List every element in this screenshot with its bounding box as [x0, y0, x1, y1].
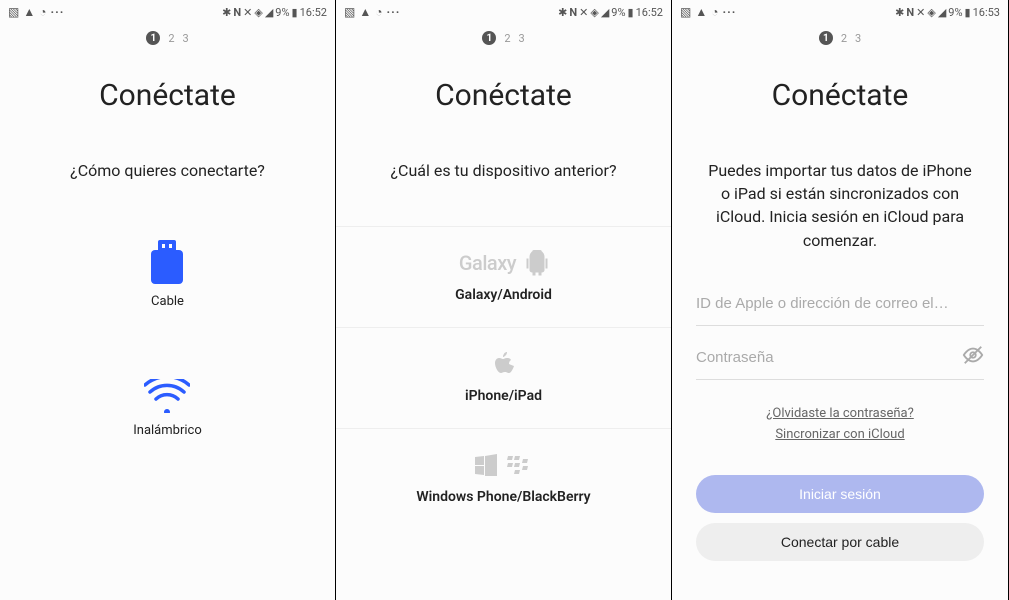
- signal-icon: ◢: [601, 6, 609, 19]
- device-iphone-ipad[interactable]: iPhone/iPad: [336, 327, 671, 428]
- password-field-wrap: [696, 336, 984, 380]
- clock-time: 16:52: [636, 6, 663, 19]
- signal-icon: ◢: [265, 6, 273, 19]
- step-2: 2: [504, 32, 510, 45]
- clock-icon: ◔: [711, 5, 718, 19]
- apple-icon: [493, 351, 515, 377]
- screen-icloud-login: ▧ ▲ ◔ ··· ✱ N ✕ ◈ ◢ 9% ▮ 16:53 1 2 3 Con…: [672, 0, 1009, 600]
- subtitle: ¿Cuál es tu dispositivo anterior?: [336, 161, 671, 180]
- image-icon: ▧: [680, 5, 691, 19]
- forgot-password-link[interactable]: ¿Olvidaste la contraseña?: [672, 404, 1008, 425]
- wifi-icon: ◈: [927, 6, 935, 19]
- warning-icon: ▲: [359, 5, 371, 19]
- nfc-icon: N: [906, 6, 914, 19]
- battery-percent: 9%: [948, 6, 962, 19]
- wireless-option[interactable]: Inalámbrico: [133, 379, 202, 438]
- page-title: Conéctate: [336, 78, 671, 113]
- android-icon: [526, 250, 548, 276]
- page-title: Conéctate: [0, 78, 335, 113]
- step-3: 3: [855, 32, 861, 45]
- step-2: 2: [168, 32, 174, 45]
- battery-icon: ▮: [292, 6, 298, 19]
- nfc-icon: N: [233, 6, 241, 19]
- bluetooth-icon: ✱: [895, 6, 904, 19]
- status-bar: ▧ ▲ ◔ ··· ✱ N ✕ ◈ ◢ 9% ▮ 16:52: [336, 0, 671, 24]
- stepper: 1 2 3: [0, 24, 335, 52]
- step-current: 1: [146, 31, 160, 45]
- clock-icon: ◔: [39, 5, 46, 19]
- bluetooth-icon: ✱: [558, 6, 567, 19]
- device-label: Galaxy/Android: [336, 287, 671, 303]
- password-field[interactable]: [696, 336, 962, 379]
- galaxy-logo-text: Galaxy: [459, 251, 516, 275]
- cable-option[interactable]: Cable: [151, 240, 184, 309]
- warning-icon: ▲: [695, 5, 707, 19]
- more-icon: ···: [386, 5, 400, 19]
- status-bar: ▧ ▲ ◔ ··· ✱ N ✕ ◈ ◢ 9% ▮ 16:53: [672, 0, 1008, 24]
- wifi-icon: ◈: [254, 6, 262, 19]
- cable-label: Cable: [151, 294, 184, 309]
- warning-icon: ▲: [23, 5, 35, 19]
- apple-id-field[interactable]: [696, 282, 984, 325]
- mute-icon: ✕: [579, 6, 588, 19]
- nfc-icon: N: [569, 6, 577, 19]
- wireless-label: Inalámbrico: [133, 423, 202, 438]
- usb-icon: [151, 240, 183, 284]
- screen-previous-device: ▧ ▲ ◔ ··· ✱ N ✕ ◈ ◢ 9% ▮ 16:52 1 2 3 Con…: [336, 0, 672, 600]
- wifi-icon: ◈: [590, 6, 598, 19]
- apple-id-field-wrap: [696, 282, 984, 326]
- more-icon: ···: [722, 5, 736, 19]
- wifi-icon: [144, 379, 190, 413]
- image-icon: ▧: [8, 5, 19, 19]
- image-icon: ▧: [344, 5, 355, 19]
- clock-time: 16:53: [973, 6, 1000, 19]
- battery-icon: ▮: [965, 6, 971, 19]
- device-windows-blackberry[interactable]: Windows Phone/BlackBerry: [336, 428, 671, 529]
- description: Puedes importar tus datos de iPhone o iP…: [672, 159, 1008, 252]
- step-3: 3: [519, 32, 525, 45]
- signal-icon: ◢: [938, 6, 946, 19]
- more-icon: ···: [50, 5, 64, 19]
- battery-percent: 9%: [611, 6, 625, 19]
- clock-icon: ◔: [375, 5, 382, 19]
- screen-connection-method: ▧ ▲ ◔ ··· ✱ N ✕ ◈ ◢ 9% ▮ 16:52 1 2 3 Con…: [0, 0, 336, 600]
- device-label: Windows Phone/BlackBerry: [336, 489, 671, 505]
- mute-icon: ✕: [916, 6, 925, 19]
- clock-time: 16:52: [300, 6, 327, 19]
- step-current: 1: [819, 31, 833, 45]
- toggle-password-icon[interactable]: [962, 344, 984, 370]
- battery-icon: ▮: [628, 6, 634, 19]
- blackberry-icon: [507, 455, 533, 475]
- page-title: Conéctate: [672, 78, 1008, 113]
- stepper: 1 2 3: [336, 24, 671, 52]
- subtitle: ¿Cómo quieres conectarte?: [0, 161, 335, 180]
- device-label: iPhone/iPad: [336, 388, 671, 404]
- step-2: 2: [841, 32, 847, 45]
- windows-icon: [475, 454, 497, 476]
- login-button[interactable]: Iniciar sesión: [696, 475, 984, 513]
- battery-percent: 9%: [275, 6, 289, 19]
- step-3: 3: [183, 32, 189, 45]
- sync-icloud-link[interactable]: Sincronizar con iCloud: [672, 425, 1008, 446]
- status-bar: ▧ ▲ ◔ ··· ✱ N ✕ ◈ ◢ 9% ▮ 16:52: [0, 0, 335, 24]
- bluetooth-icon: ✱: [222, 6, 231, 19]
- step-current: 1: [482, 31, 496, 45]
- stepper: 1 2 3: [672, 24, 1008, 52]
- connect-cable-button[interactable]: Conectar por cable: [696, 523, 984, 561]
- mute-icon: ✕: [243, 6, 252, 19]
- device-galaxy-android[interactable]: Galaxy Galaxy/Android: [336, 226, 671, 327]
